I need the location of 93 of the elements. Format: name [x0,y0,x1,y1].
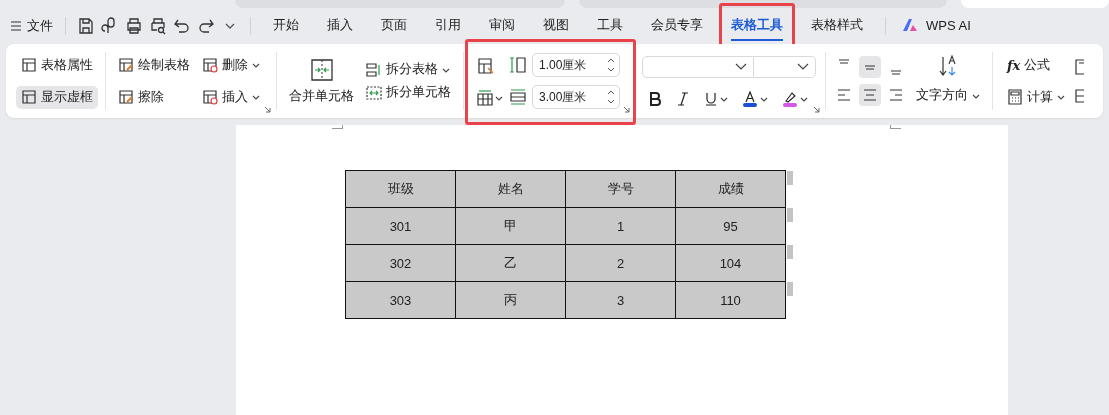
toolbar-button[interactable]: 显示虚框 [16,85,98,109]
split-cells-button[interactable]: 拆分单元格 [361,81,456,104]
toolbar-button[interactable]: 擦除 [113,85,195,109]
text-direction-dropdown[interactable]: 文字方向 [911,84,985,108]
redo-icon[interactable] [197,17,215,35]
ribbon-tab[interactable]: 表格样式 [811,11,863,41]
toolbar-icon[interactable] [1074,58,1084,75]
highlight-color-dropdown[interactable] [782,90,808,107]
font-color-dropdown[interactable] [742,90,768,107]
table-header-cell: 学号 [565,170,676,208]
ribbon-tab[interactable]: 视图 [543,11,569,41]
align-icon [890,70,902,75]
print-preview-icon[interactable] [149,17,167,35]
spinner-icon[interactable] [607,57,615,73]
spinner-icon[interactable] [607,89,615,105]
save-icon[interactable] [77,17,95,35]
chevron-down-icon [252,93,260,101]
calculator-icon [1007,89,1023,105]
table-cell: 302 [345,244,456,282]
table-width-dropdown[interactable] [477,89,503,106]
undo-icon[interactable] [173,17,191,35]
table-icon [202,57,218,73]
ribbon-tab[interactable]: 表格工具 [731,11,783,41]
table-cell: 303 [345,281,456,319]
table-cell: 丙 [455,281,566,319]
width-field[interactable]: 1.00厘米 [532,53,620,77]
formula-button[interactable]: fx 公式 [1002,53,1070,77]
bold-icon[interactable] [648,91,662,106]
underline-dropdown[interactable] [704,91,728,106]
table-icon [118,89,134,105]
table-cell: 3 [565,281,676,319]
row-end-mark [787,244,793,259]
table-icon [202,89,218,105]
table-cell: 2 [565,244,676,282]
table-header-cell: 成绩 [675,170,786,208]
table-cell: 301 [345,207,456,245]
table-cell: 1 [565,207,676,245]
split-table-icon [366,61,382,78]
table-cell: 104 [675,244,786,282]
ribbon-tab[interactable]: 引用 [435,11,461,41]
table-icon [21,57,37,73]
align-button[interactable] [859,56,881,78]
ai-logo-icon [902,18,920,32]
row-end-mark [787,281,793,296]
ribbon-tab[interactable]: 开始 [273,11,299,41]
table-header-cell: 姓名 [455,170,566,208]
ribbon-tab[interactable]: 页面 [381,11,407,41]
row-end-mark [787,170,793,185]
toolbar-button[interactable]: 绘制表格 [113,53,195,77]
ribbon-tab[interactable]: 审阅 [489,11,515,41]
toolbar-button[interactable]: 删除 [197,53,265,77]
dialog-launcher-icon[interactable] [813,106,820,113]
ribbon-tab[interactable]: 插入 [327,11,353,41]
align-icon [863,88,877,102]
calculate-dropdown[interactable]: 计算 [1002,85,1070,109]
browser-tab[interactable] [579,0,947,8]
file-menu[interactable]: 文件 [10,17,53,35]
align-icon [889,88,903,102]
height-field[interactable]: 3.00厘米 [532,85,620,109]
dialog-launcher-icon[interactable] [623,106,630,113]
print-icon[interactable] [125,17,143,35]
table-cell: 乙 [455,244,566,282]
toolbar-button[interactable]: 插入 [197,85,265,109]
chevron-down-icon [797,62,809,71]
chevron-down-icon [252,61,260,69]
menu-icon [10,20,22,32]
merge-cells-icon [309,57,334,82]
table-header-cell: 班级 [345,170,456,208]
align-button[interactable] [859,84,881,106]
toolbar-button[interactable]: 表格属性 [16,53,98,77]
column-width-icon [509,56,527,74]
chevron-down-icon [735,62,747,71]
row-end-mark [787,207,793,222]
ribbon-tab[interactable]: 工具 [597,11,623,41]
align-icon [864,64,876,70]
table-icon [21,89,37,105]
italic-icon[interactable] [676,91,690,106]
split-cells-icon [366,84,382,101]
table-cell: 95 [675,207,786,245]
toolbar-icon[interactable] [1074,87,1084,104]
align-icon [837,88,851,102]
table-cell: 110 [675,281,786,319]
ribbon-tab[interactable]: 会员专享 [651,11,703,41]
merge-cells-button[interactable]: 合并单元格 [284,54,359,108]
align-icon [838,59,850,64]
table-cell: 甲 [455,207,566,245]
ai-tab[interactable]: WPS AI [902,12,971,40]
table-icon [118,57,134,73]
dialog-launcher-icon[interactable] [264,106,271,113]
chevron-down-icon [1057,93,1065,101]
row-height-icon [509,88,527,106]
split-table-button[interactable]: 拆分表格 [361,58,456,81]
auto-fit-icon[interactable] [477,56,495,75]
